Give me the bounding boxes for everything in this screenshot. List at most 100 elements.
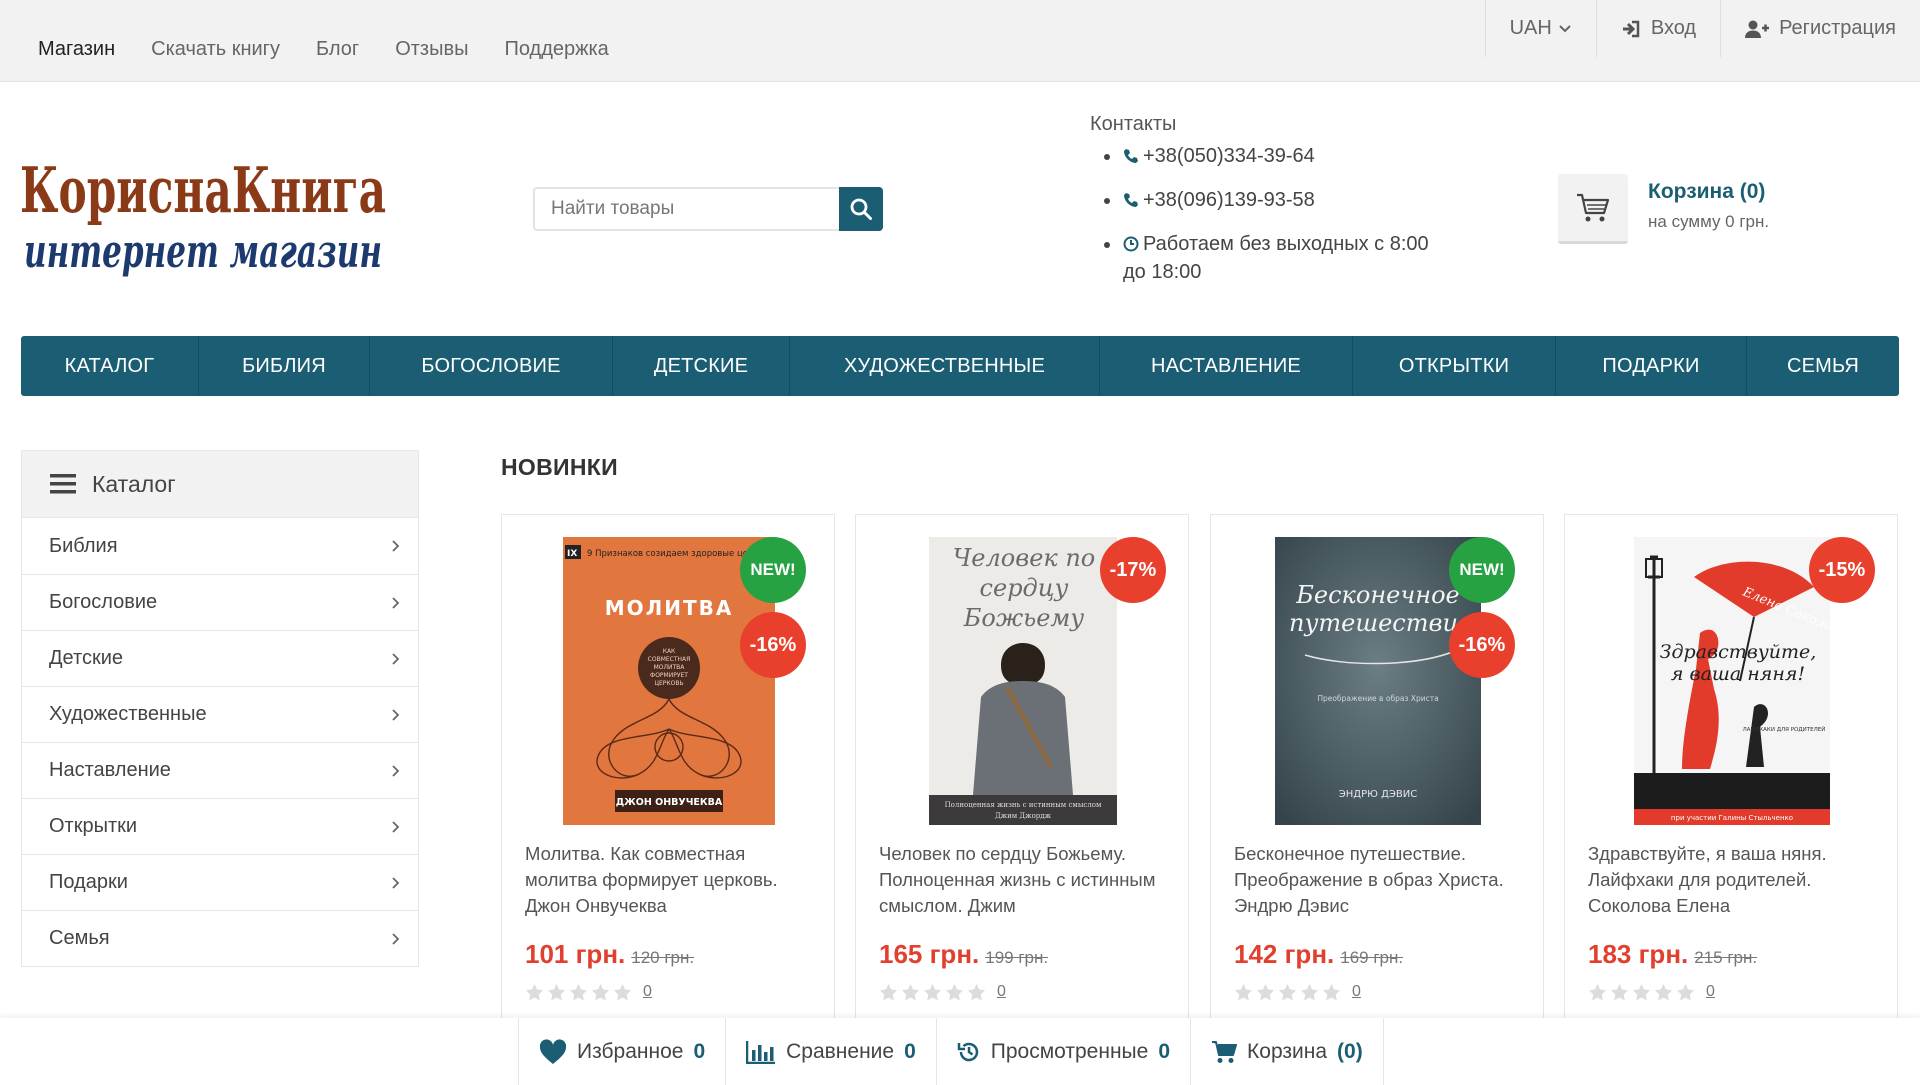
product-card[interactable]: Елена Соколова Здравствуйте, я ваша няня!…: [1564, 514, 1898, 1034]
phone-1[interactable]: +38(050)334-39-64: [1090, 142, 1450, 170]
sidebar-item[interactable]: Подарки: [22, 854, 418, 910]
compare-label: Сравнение: [786, 1039, 895, 1063]
cover-subtitle: Полноценная жизнь с истинным смыслом: [945, 801, 1102, 809]
compare-button[interactable]: Сравнение 0: [726, 1018, 937, 1085]
chevron-right-icon: [392, 876, 400, 889]
logo-image: КориснаКнига интернет магазин: [20, 153, 386, 278]
catalog-sidebar-header[interactable]: Каталог: [21, 450, 419, 518]
star-icon: [1300, 983, 1319, 1001]
review-count-link[interactable]: 0: [997, 983, 1006, 1001]
sign-in-icon: [1622, 20, 1640, 37]
mainnav-family[interactable]: СЕМЬЯ: [1747, 336, 1899, 396]
search-button[interactable]: [839, 187, 883, 231]
favorites-count: 0: [693, 1039, 706, 1063]
cover-author: ДЖОН ОНВУЧЕКВА: [616, 797, 723, 808]
mainnav-fiction[interactable]: ХУДОЖЕСТВЕННЫЕ: [790, 336, 1100, 396]
mainnav-guidance[interactable]: НАСТАВЛЕНИЕ: [1100, 336, 1353, 396]
discount-badge: -17%: [1100, 537, 1166, 603]
cart-icon-box: [1558, 174, 1628, 244]
register-label: Регистрация: [1779, 17, 1896, 39]
sidebar-item[interactable]: Наставление: [22, 742, 418, 798]
bottom-cart-count: (0): [1337, 1039, 1363, 1063]
star-icon: [1654, 983, 1673, 1001]
currency-select[interactable]: UAH: [1484, 0, 1596, 57]
star-icon: [1632, 983, 1651, 1001]
cover-title: Человек по сердцу Божьему: [952, 544, 1096, 632]
cover-subtitle: ЛАЙФХАКИ ДЛЯ РОДИТЕЛЕЙ: [1743, 726, 1826, 733]
shopping-cart-icon: [1212, 1040, 1238, 1063]
user-plus-icon: [1745, 20, 1770, 38]
cart-title[interactable]: Корзина (0): [1648, 180, 1769, 204]
phone-2[interactable]: +38(096)139-93-58: [1090, 186, 1450, 214]
topnav-shop-link[interactable]: Магазин: [38, 38, 115, 61]
star-icon: [879, 983, 898, 1001]
book-cover-image: Человек по сердцу Божьему Полноценная жиз…: [929, 537, 1117, 825]
catalog-sidebar: Каталог Библия Богословие Детские Художеств…: [21, 450, 419, 967]
star-icon: [1588, 983, 1607, 1001]
cover-title: Бесконечное путешествие: [1289, 581, 1467, 637]
topnav-download-link[interactable]: Скачать книгу: [151, 38, 280, 61]
topnav-reviews-link[interactable]: Отзывы: [395, 38, 468, 61]
product-title[interactable]: Молитва. Как совместная молитва формируе…: [525, 841, 820, 921]
discount-badge: -15%: [1809, 537, 1875, 603]
review-count-link[interactable]: 0: [1352, 983, 1361, 1001]
phone-icon: [1124, 149, 1138, 163]
working-hours: Работаем без выходных с 8:00 до 18:00: [1090, 230, 1450, 286]
product-title[interactable]: Человек по сердцу Божьему. Полноценная ж…: [879, 841, 1174, 921]
topnav-support-link[interactable]: Поддержка: [504, 38, 608, 61]
sidebar-item-label: Богословие: [49, 591, 158, 613]
bottom-cart-label: Корзина: [1247, 1039, 1328, 1063]
review-count-link[interactable]: 0: [643, 983, 652, 1001]
bottom-cart-button[interactable]: Корзина (0): [1191, 1018, 1384, 1085]
discount-badge: -16%: [740, 612, 806, 678]
phone-2-number: +38(096)139-93-58: [1143, 189, 1315, 211]
mainnav-gifts[interactable]: ПОДАРКИ: [1556, 336, 1747, 396]
cover-title: Здравствуйте, я ваша няня!: [1659, 641, 1817, 685]
star-icon: [1322, 983, 1341, 1001]
chevron-right-icon: [392, 932, 400, 945]
register-link[interactable]: Регистрация: [1720, 0, 1920, 57]
mainnav-theology[interactable]: БОГОСЛОВИЕ: [370, 336, 613, 396]
main-nav: КАТАЛОГ БИБЛИЯ БОГОСЛОВИЕ ДЕТСКИЕ ХУДОЖЕ…: [21, 336, 1899, 396]
star-icon: [547, 983, 566, 1001]
product-price: 183 грн. 215 грн.: [1588, 939, 1757, 970]
product-title[interactable]: Здравствуйте, я ваша няня. Лайфхаки для …: [1588, 841, 1883, 921]
mainnav-kids[interactable]: ДЕТСКИЕ: [613, 336, 790, 396]
product-grid: IX 9 Признаков созидаем здоровые церкви МО…: [501, 514, 1899, 1034]
book-cover-image: Елена СоколоваЗдравствуйте, я ваша няня!…: [1634, 537, 1830, 825]
chevron-right-icon: [392, 708, 400, 721]
star-icon: [613, 983, 632, 1001]
product-price-value: 142 грн.: [1234, 939, 1335, 969]
search-input[interactable]: [533, 187, 839, 231]
review-count-link[interactable]: 0: [1706, 983, 1715, 1001]
mainnav-bible[interactable]: БИБЛИЯ: [199, 336, 370, 396]
product-card[interactable]: Человек по сердцу Божьему Полноценная жиз…: [855, 514, 1189, 1034]
star-icon: [1676, 983, 1695, 1001]
top-nav: Магазин Скачать книгу Блог Отзывы Поддер…: [38, 38, 609, 61]
sidebar-item-label: Библия: [49, 534, 118, 557]
header-cart[interactable]: Корзина (0) на сумму 0 грн.: [1558, 174, 1769, 244]
star-icon: [1234, 983, 1253, 1001]
sidebar-item[interactable]: Детские: [22, 630, 418, 686]
product-price-value: 165 грн.: [879, 939, 980, 969]
login-link[interactable]: Вход: [1595, 0, 1720, 57]
sidebar-item[interactable]: Богословие: [22, 574, 418, 630]
favorites-button[interactable]: Избранное 0: [519, 1018, 727, 1085]
viewed-button[interactable]: Просмотренные 0: [937, 1018, 1192, 1085]
mainnav-catalog[interactable]: КАТАЛОГ: [21, 336, 199, 396]
sidebar-item[interactable]: Открытки: [22, 798, 418, 854]
product-card[interactable]: Бесконечное путешествие Преображение в об…: [1210, 514, 1544, 1034]
sidebar-item[interactable]: Художественные: [22, 686, 418, 742]
product-card[interactable]: IX 9 Признаков созидаем здоровые церкви МО…: [501, 514, 835, 1034]
topnav-blog-link[interactable]: Блог: [316, 38, 359, 61]
site-logo[interactable]: КориснаКнига интернет магазин: [20, 124, 392, 284]
cart-sum: на сумму 0 грн.: [1648, 212, 1770, 231]
product-old-price: 120 грн.: [631, 948, 695, 967]
mainnav-postcards[interactable]: ОТКРЫТКИ: [1353, 336, 1556, 396]
sidebar-item[interactable]: Библия: [22, 518, 418, 574]
product-title[interactable]: Бесконечное путешествие. Преображение в …: [1234, 841, 1529, 921]
chevron-right-icon: [392, 820, 400, 833]
login-label: Вход: [1650, 17, 1697, 39]
sidebar-item[interactable]: Семья: [22, 910, 418, 966]
top-right-controls: UAH Вход Регистрация: [1484, 0, 1920, 57]
